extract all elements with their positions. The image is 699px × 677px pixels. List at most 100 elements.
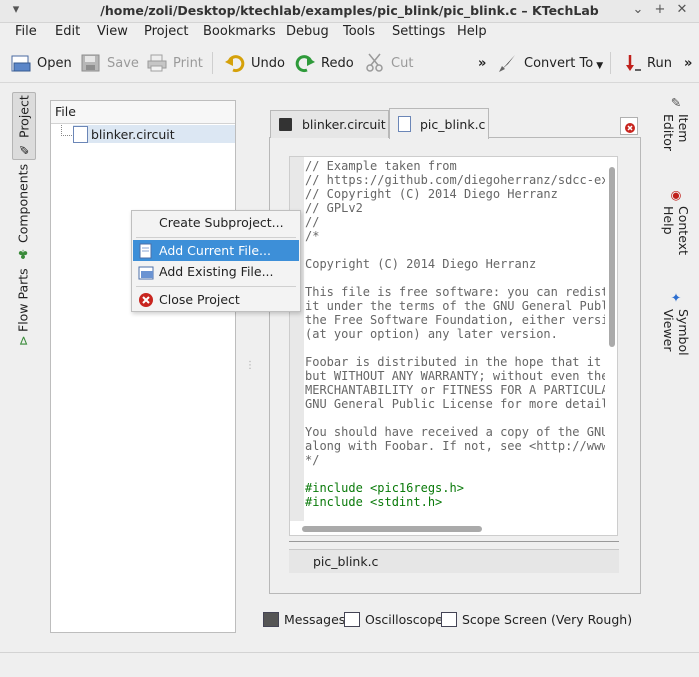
convert-to-label: Convert To — [524, 55, 594, 71]
menu-separator — [136, 237, 296, 238]
convert-to-button[interactable]: Convert To ▼ — [497, 52, 603, 74]
menu-item-add-existing-file[interactable]: Add Existing File... — [133, 261, 299, 282]
add-file-icon — [138, 243, 154, 259]
tab-components[interactable]: ♣ Components — [12, 164, 34, 262]
window-title: /home/zoli/Desktop/ktechlab/examples/pic… — [100, 3, 599, 18]
toolbar-overflow-right[interactable]: » — [684, 52, 692, 74]
toolbar-overflow-left[interactable]: » — [478, 52, 486, 74]
menu-item-close-project[interactable]: Close Project — [133, 289, 299, 310]
file-name-label: pic_blink.c — [313, 554, 379, 569]
flow-parts-icon: ⊳ — [15, 335, 31, 347]
menu-file[interactable]: File — [15, 24, 37, 39]
close-tab-icon — [625, 123, 635, 133]
menu-edit[interactable]: Edit — [55, 24, 80, 39]
status-bar — [0, 652, 699, 677]
run-button[interactable]: Run — [624, 52, 672, 74]
menu-tools[interactable]: Tools — [343, 24, 375, 39]
tab-oscilloscope[interactable]: Oscilloscope — [344, 612, 443, 627]
tab-oscilloscope-label: Oscilloscope — [365, 612, 443, 627]
code-text[interactable]: // Example taken from// https://github.c… — [305, 159, 605, 519]
tab-item-editor[interactable]: ✎ Item Editor — [661, 95, 691, 180]
text-file-icon — [398, 116, 411, 132]
title-bar: ▾ /home/zoli/Desktop/ktechlab/examples/p… — [0, 0, 699, 23]
code-line: it under the terms of the GNU General Pu… — [305, 299, 605, 313]
tab-symbol-viewer[interactable]: ✦ Symbol Viewer — [661, 290, 691, 395]
scissors-icon — [364, 53, 386, 73]
maximize-icon[interactable]: + — [652, 2, 668, 18]
components-icon: ♣ — [15, 247, 31, 263]
menu-view[interactable]: View — [97, 24, 128, 39]
chevron-down-icon: ▼ — [596, 60, 604, 71]
code-line: Copyright (C) 2014 Diego Herranz — [305, 257, 537, 271]
save-label: Save — [107, 55, 139, 71]
convert-rocket-icon — [497, 53, 519, 73]
menu-item-label: Add Current File... — [159, 243, 271, 258]
code-line: Foobar is distributed in the hope that i… — [305, 355, 602, 369]
menu-item-label: Create Subproject... — [159, 215, 284, 230]
vertical-scrollbar[interactable] — [609, 167, 615, 347]
undo-icon — [224, 53, 246, 73]
symbol-viewer-icon: ✦ — [668, 290, 684, 305]
save-icon — [80, 53, 102, 73]
run-icon — [624, 53, 642, 73]
oscilloscope-icon — [344, 612, 360, 627]
code-line: You should have received a copy of the G… — [305, 425, 605, 439]
splitter-handle[interactable]: ⋮ — [245, 360, 255, 371]
add-existing-file-icon — [138, 264, 154, 280]
menu-bar: File Edit View Project Bookmarks Debug T… — [0, 22, 699, 43]
undo-button[interactable]: Undo — [224, 52, 285, 74]
project-tree-item[interactable]: blinker.circuit — [73, 125, 235, 143]
close-window-icon[interactable]: ✕ — [674, 2, 690, 18]
tab-scope-screen-label: Scope Screen (Very Rough) — [462, 612, 633, 627]
open-button[interactable]: Open — [10, 52, 72, 74]
minimize-icon[interactable]: ⌄ — [630, 2, 646, 18]
menu-separator — [136, 286, 296, 287]
circuit-file-icon — [73, 125, 88, 143]
redo-button[interactable]: Redo — [294, 52, 354, 74]
horizontal-scrollbar[interactable] — [302, 526, 482, 532]
code-editor[interactable]: // Example taken from// https://github.c… — [289, 156, 618, 536]
menu-debug[interactable]: Debug — [286, 24, 329, 39]
open-label: Open — [37, 55, 72, 71]
project-column-header[interactable]: File — [51, 101, 235, 124]
code-line: GNU General Public License for more deta… — [305, 397, 605, 411]
close-tab-button[interactable] — [620, 117, 638, 135]
menu-item-create-subproject[interactable]: Create Subproject... — [133, 212, 299, 233]
tab-flow-parts[interactable]: ⊳ Flow Parts — [12, 264, 34, 350]
main-toolbar: Open Save Print Undo Redo Cut » Convert … — [0, 44, 699, 83]
tab-blinker-circuit[interactable]: blinker.circuit — [270, 110, 389, 138]
tab-project[interactable]: ✎ Project — [12, 92, 36, 160]
redo-label: Redo — [321, 55, 354, 71]
menu-help[interactable]: Help — [457, 24, 487, 39]
tab-scope-screen[interactable]: Scope Screen (Very Rough) — [441, 612, 632, 627]
blank-icon — [138, 215, 154, 231]
menu-settings[interactable]: Settings — [392, 24, 445, 39]
tab-context-help-label: Context Help — [661, 206, 691, 255]
code-line: #include <pic16regs.h> — [305, 481, 464, 495]
code-line: but WITHOUT ANY WARRANTY; without even t… — [305, 369, 605, 383]
undo-label: Undo — [251, 55, 285, 71]
tab-messages[interactable]: Messages — [263, 612, 345, 627]
menu-project[interactable]: Project — [144, 24, 188, 39]
code-line: */ — [305, 453, 320, 467]
cut-button[interactable]: Cut — [364, 52, 413, 74]
tab-blinker-circuit-label: blinker.circuit — [302, 117, 386, 132]
menu-bookmarks[interactable]: Bookmarks — [203, 24, 276, 39]
editor-divider — [289, 541, 619, 542]
menu-item-label: Add Existing File... — [159, 264, 274, 279]
save-button[interactable]: Save — [80, 52, 139, 74]
print-icon — [146, 53, 168, 73]
project-tree-item-label: blinker.circuit — [91, 126, 175, 142]
tab-messages-label: Messages — [284, 612, 346, 627]
code-line: // Example taken from — [305, 159, 457, 173]
cut-label: Cut — [391, 55, 414, 71]
tab-context-help[interactable]: ◉ Context Help — [661, 187, 691, 283]
scope-screen-icon — [441, 612, 457, 627]
tab-pic-blink-c[interactable]: pic_blink.c — [389, 108, 489, 139]
menu-item-add-current-file[interactable]: Add Current File... — [133, 240, 299, 261]
code-line: // — [305, 215, 320, 229]
print-button[interactable]: Print — [146, 52, 203, 74]
